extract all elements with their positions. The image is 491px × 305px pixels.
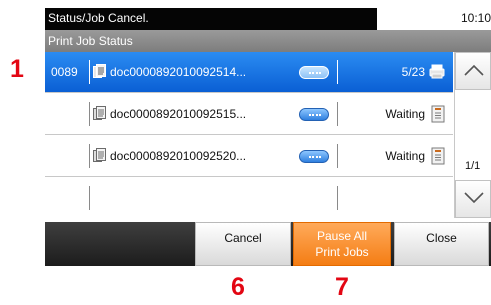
column-divider [89,186,90,210]
job-name: doc0000892010092520... [110,149,247,163]
column-divider [89,102,90,126]
scrollbar: 1/1 [454,52,491,218]
callout-7: 7 [335,273,349,301]
job-status: Waiting [385,107,425,121]
column-divider [337,186,338,210]
printing-icon [429,64,445,79]
row-divider [45,92,453,93]
document-icon [93,64,106,78]
column-divider [89,60,90,84]
bottom-bar: Cancel Pause All Print Jobs Close [45,222,491,266]
job-name: doc0000892010092514... [110,65,247,79]
top-status-bar: Status/Job Cancel. 10:10 [45,8,491,30]
device-screen: Status/Job Cancel. 10:10 Print Job Statu… [45,8,491,266]
job-row[interactable]: doc0000892010092520... Waiting [45,136,453,176]
waiting-icon [431,105,445,123]
clock: 10:10 [460,11,491,25]
page-indicator: 1/1 [465,160,481,172]
pause-all-button[interactable]: Pause All Print Jobs [293,222,391,266]
callout-6: 6 [231,273,245,301]
pause-all-label: Pause All Print Jobs [315,229,369,259]
job-row[interactable]: 0089 doc0000892010092514... 5/23 [45,52,453,92]
detail-button[interactable] [299,150,329,163]
job-status: Waiting [385,149,425,163]
sub-header: Print Job Status [45,30,491,52]
detail-button[interactable] [299,108,329,121]
close-button[interactable]: Close [394,222,489,266]
scroll-up-button[interactable] [455,52,491,90]
job-list: 0089 doc0000892010092514... 5/23 doc0000… [45,52,453,218]
detail-button[interactable] [299,66,329,79]
cancel-button[interactable]: Cancel [195,222,291,266]
column-divider [337,102,338,126]
page-title: Print Job Status [48,34,133,48]
job-row[interactable]: doc0000892010092515... Waiting [45,94,453,134]
document-icon [93,148,106,162]
callout-1: 1 [10,55,24,83]
document-icon [93,106,106,120]
column-divider [89,144,90,168]
close-label: Close [426,231,457,245]
waiting-icon [431,147,445,165]
scroll-down-button[interactable] [455,180,491,218]
chevron-up-icon [464,64,484,76]
job-number: 0089 [51,65,78,79]
column-divider [337,144,338,168]
title-bar: Status/Job Cancel. [45,8,377,30]
job-name: doc0000892010092515... [110,107,247,121]
cancel-label: Cancel [224,231,262,245]
job-row-empty [45,178,453,218]
row-divider [45,134,453,135]
column-divider [337,60,338,84]
chevron-down-icon [464,192,484,204]
job-status: 5/23 [401,65,425,79]
row-divider [45,176,453,177]
window-title: Status/Job Cancel. [48,11,149,25]
